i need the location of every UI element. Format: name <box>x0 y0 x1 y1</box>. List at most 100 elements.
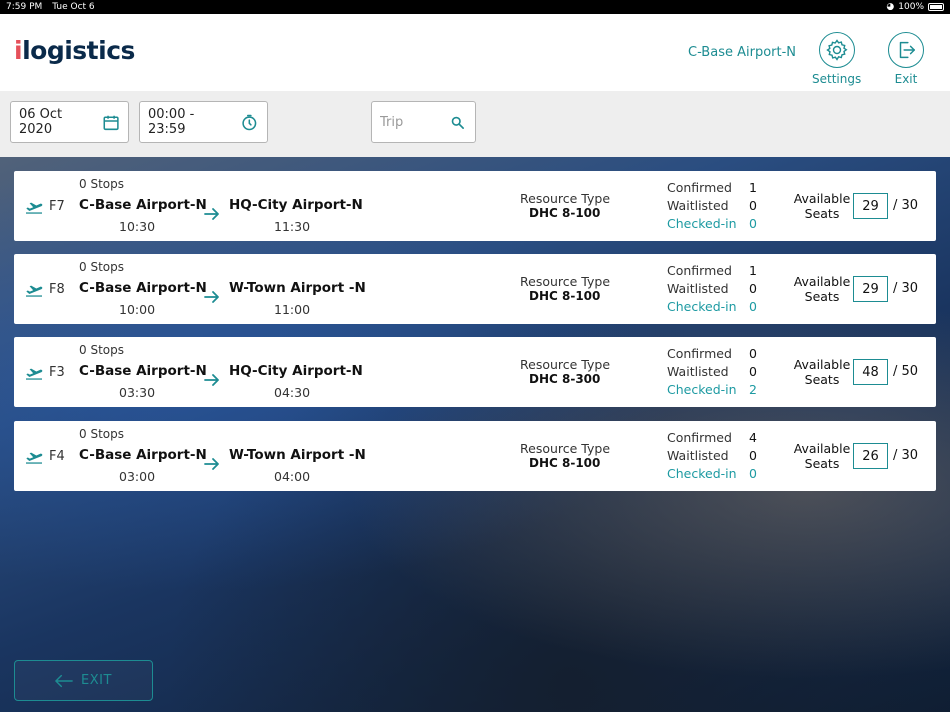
checked-in-count[interactable]: 0 <box>749 466 757 481</box>
available-seats-label: Available Seats <box>793 357 851 387</box>
confirmed-count: 1 <box>749 263 757 278</box>
confirmed-label: Confirmed <box>667 263 732 278</box>
origin-airport: C-Base Airport-N <box>79 280 207 296</box>
flight-number: F7 <box>49 199 65 214</box>
resource-type-value: DHC 8-100 <box>529 289 601 303</box>
plane-takeoff-icon <box>26 285 43 297</box>
timer-icon <box>242 114 257 130</box>
departure-time: 10:30 <box>119 219 156 234</box>
waitlisted-label: Waitlisted <box>667 198 729 213</box>
trip-search[interactable] <box>371 101 476 143</box>
waitlisted-count: 0 <box>749 198 757 213</box>
status-date: Tue Oct 6 <box>52 2 95 12</box>
status-bar: 7:59 PM Tue Oct 6 ◕ 100% <box>0 0 950 14</box>
origin-airport: C-Base Airport-N <box>79 197 207 213</box>
waitlisted-label: Waitlisted <box>667 281 729 296</box>
trip-card[interactable]: F4 0 Stops C-Base Airport-N 03:00 W-Town… <box>14 421 936 491</box>
arrow-left-icon <box>55 674 73 687</box>
settings-button[interactable]: Settings <box>812 32 861 86</box>
gear-icon <box>818 32 855 68</box>
resource-type-label: Resource Type <box>520 357 611 372</box>
station-name: C-Base Airport-N <box>688 45 797 60</box>
available-seats-input[interactable]: 26 <box>853 443 888 469</box>
search-icon[interactable] <box>450 115 465 130</box>
checked-in-label[interactable]: Checked-in <box>667 299 737 314</box>
exit-label: Exit <box>894 72 918 86</box>
available-seats-input[interactable]: 48 <box>853 359 888 385</box>
departure-time: 10:00 <box>119 302 156 317</box>
destination-airport: HQ-City Airport-N <box>229 197 363 213</box>
app-logo: ilogistics <box>14 36 135 65</box>
date-value: 06 Oct 2020 <box>19 107 63 137</box>
departure-time: 03:00 <box>119 469 156 484</box>
available-seats-input[interactable]: 29 <box>853 193 888 219</box>
confirmed-label: Confirmed <box>667 180 732 195</box>
destination-airport: W-Town Airport -N <box>229 447 366 463</box>
confirmed-label: Confirmed <box>667 346 732 361</box>
status-time: 7:59 PM <box>6 2 43 12</box>
departure-time: 03:30 <box>119 385 156 400</box>
resource-type-label: Resource Type <box>520 441 611 456</box>
available-seats-label: Available Seats <box>793 274 851 304</box>
resource-type-value: DHC 8-300 <box>529 372 601 386</box>
date-picker[interactable]: 06 Oct 2020 <box>10 101 129 143</box>
flight-number: F3 <box>49 365 65 380</box>
trip-card[interactable]: F7 0 Stops C-Base Airport-N 10:30 HQ-Cit… <box>14 171 936 241</box>
calendar-icon <box>103 115 119 130</box>
trip-list: F7 0 Stops C-Base Airport-N 10:30 HQ-Cit… <box>0 157 950 712</box>
seat-capacity: / 30 <box>893 448 919 463</box>
checked-in-count[interactable]: 0 <box>749 216 757 231</box>
logo-i: i <box>14 36 23 65</box>
wifi-icon: ◕ <box>886 2 895 12</box>
confirmed-label: Confirmed <box>667 430 732 445</box>
bottom-exit-button[interactable]: EXIT <box>14 660 153 701</box>
plane-takeoff-icon <box>26 202 43 214</box>
app-header: ilogistics C-Base Airport-N Settings Exi… <box>0 14 950 91</box>
seat-capacity: / 30 <box>893 198 919 213</box>
flight-number: F8 <box>49 282 65 297</box>
checked-in-count[interactable]: 0 <box>749 299 757 314</box>
logo-text: logistics <box>22 36 135 65</box>
waitlisted-count: 0 <box>749 364 757 379</box>
checked-in-label[interactable]: Checked-in <box>667 216 737 231</box>
origin-airport: C-Base Airport-N <box>79 447 207 463</box>
confirmed-count: 0 <box>749 346 757 361</box>
trip-card[interactable]: F8 0 Stops C-Base Airport-N 10:00 W-Town… <box>14 254 936 324</box>
checked-in-count[interactable]: 2 <box>749 382 757 397</box>
settings-label: Settings <box>812 72 862 86</box>
confirmed-count: 4 <box>749 430 757 445</box>
arrow-right-icon <box>204 291 219 303</box>
stops-count: 0 Stops <box>79 427 124 441</box>
checked-in-label[interactable]: Checked-in <box>667 466 737 481</box>
stops-count: 0 Stops <box>79 177 124 191</box>
resource-type-value: DHC 8-100 <box>529 206 601 220</box>
waitlisted-label: Waitlisted <box>667 364 729 379</box>
available-seats-label: Available Seats <box>793 191 851 221</box>
trip-search-input[interactable] <box>380 114 450 130</box>
exit-button[interactable]: Exit <box>888 32 924 86</box>
plane-takeoff-icon <box>26 368 43 380</box>
flight-number: F4 <box>49 449 65 464</box>
resource-type-label: Resource Type <box>520 274 611 289</box>
logout-icon <box>888 32 924 68</box>
stops-count: 0 Stops <box>79 343 124 357</box>
arrow-right-icon <box>204 458 219 470</box>
resource-type-value: DHC 8-100 <box>529 456 601 470</box>
stops-count: 0 Stops <box>79 260 124 274</box>
available-seats-input[interactable]: 29 <box>853 276 888 302</box>
confirmed-count: 1 <box>749 180 757 195</box>
arrival-time: 04:00 <box>274 469 311 484</box>
bottom-exit-label: EXIT <box>81 673 112 688</box>
time-range-picker[interactable]: 00:00 - 23:59 <box>139 101 268 143</box>
resource-type-label: Resource Type <box>520 191 611 206</box>
battery-icon <box>928 3 944 11</box>
arrival-time: 04:30 <box>274 385 311 400</box>
time-range-value: 00:00 - 23:59 <box>148 107 195 137</box>
checked-in-label[interactable]: Checked-in <box>667 382 737 397</box>
trip-card[interactable]: F3 0 Stops C-Base Airport-N 03:30 HQ-Cit… <box>14 337 936 407</box>
arrow-right-icon <box>204 374 219 386</box>
arrow-right-icon <box>204 208 219 220</box>
waitlisted-count: 0 <box>749 448 757 463</box>
seat-capacity: / 30 <box>893 281 919 296</box>
filter-bar: 06 Oct 2020 00:00 - 23:59 <box>0 91 950 157</box>
